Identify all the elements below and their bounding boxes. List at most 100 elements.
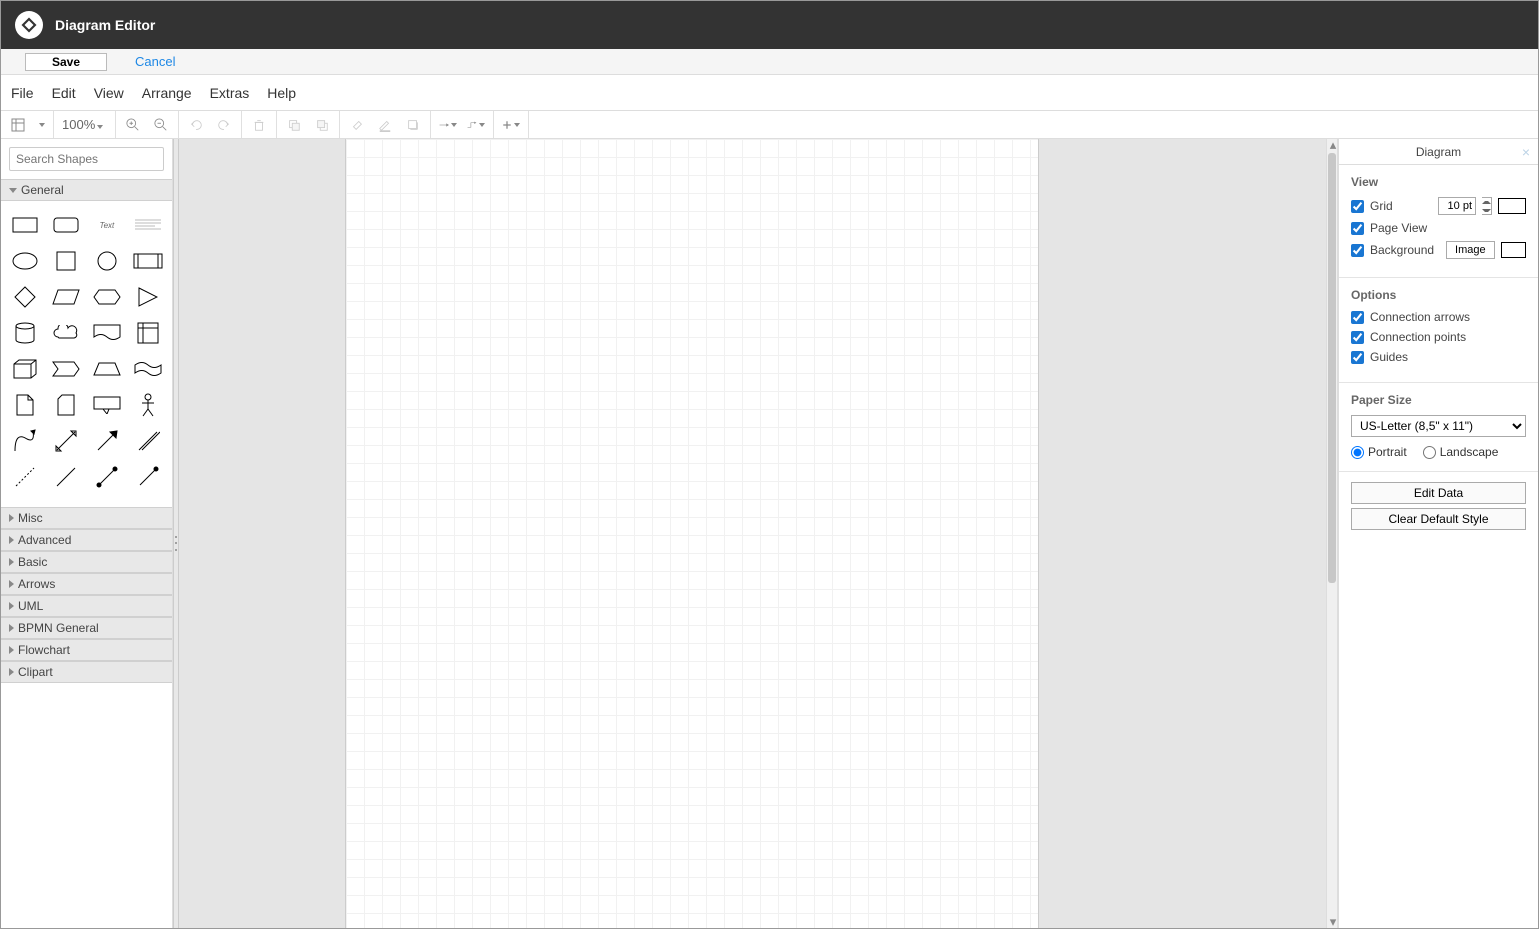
shape-note[interactable] (9, 393, 42, 417)
shape-actor[interactable] (131, 393, 164, 417)
connection-arrows-label: Connection arrows (1370, 310, 1470, 324)
connection-arrows-checkbox[interactable] (1351, 311, 1364, 324)
palette-header-flowchart[interactable]: Flowchart (1, 639, 172, 661)
shape-bidirectional-arrow[interactable] (50, 429, 83, 453)
delete-icon[interactable] (250, 116, 268, 134)
app-logo-icon (15, 11, 43, 39)
diagram-page[interactable] (345, 139, 1039, 928)
shape-step[interactable] (50, 357, 83, 381)
menu-help[interactable]: Help (267, 85, 296, 101)
menu-extras[interactable]: Extras (210, 85, 250, 101)
shape-cube[interactable] (9, 357, 42, 381)
shape-cylinder[interactable] (9, 321, 42, 345)
search-shapes-input[interactable] (16, 152, 171, 166)
canvas-scrollbar[interactable]: ▴ ▾ (1326, 139, 1338, 928)
zoom-out-icon[interactable] (152, 116, 170, 134)
line-color-icon[interactable] (376, 116, 394, 134)
shape-internal-storage[interactable] (131, 321, 164, 345)
palette-header-clipart[interactable]: Clipart (1, 661, 172, 683)
canvas-area[interactable]: ▴ ▾ (179, 139, 1338, 928)
save-button[interactable]: Save (25, 53, 107, 71)
grid-color-swatch[interactable] (1498, 198, 1526, 214)
palette-header-advanced[interactable]: Advanced (1, 529, 172, 551)
to-front-icon[interactable] (285, 116, 303, 134)
toolbar: 100% (1, 111, 1538, 139)
palette-header-arrows[interactable]: Arrows (1, 573, 172, 595)
scroll-down-icon[interactable]: ▾ (1327, 916, 1338, 928)
menu-edit[interactable]: Edit (52, 85, 76, 101)
to-back-icon[interactable] (313, 116, 331, 134)
redo-icon[interactable] (215, 116, 233, 134)
shape-dotted-line[interactable] (9, 465, 42, 489)
cancel-link[interactable]: Cancel (135, 54, 175, 69)
shape-square[interactable] (50, 249, 83, 273)
zoom-level[interactable]: 100% (62, 117, 107, 132)
shape-hexagon[interactable] (91, 285, 124, 309)
menu-file[interactable]: File (11, 85, 34, 101)
shape-process[interactable] (131, 249, 164, 273)
palette-header-general[interactable]: General (1, 179, 172, 201)
shape-diamond[interactable] (9, 285, 42, 309)
shape-document[interactable] (91, 321, 124, 345)
shape-curve[interactable] (9, 429, 42, 453)
shape-ellipse[interactable] (9, 249, 42, 273)
shapes-sidebar: General Text (1, 139, 173, 928)
menu-view[interactable]: View (94, 85, 124, 101)
scroll-thumb[interactable] (1328, 153, 1336, 583)
guides-checkbox[interactable] (1351, 351, 1364, 364)
search-shapes-box[interactable] (9, 147, 164, 171)
shadow-icon[interactable] (404, 116, 422, 134)
shape-callout[interactable] (91, 393, 124, 417)
connection-points-checkbox[interactable] (1351, 331, 1364, 344)
shape-tape[interactable] (131, 357, 164, 381)
orientation-portrait[interactable]: Portrait (1351, 445, 1407, 459)
shape-arrow[interactable] (91, 429, 124, 453)
palette-header-bpmn[interactable]: BPMN General (1, 617, 172, 639)
shape-rectangle[interactable] (9, 213, 42, 237)
palette-header-basic[interactable]: Basic (1, 551, 172, 573)
view-heading: View (1351, 175, 1526, 189)
edit-data-button[interactable]: Edit Data (1351, 482, 1526, 504)
shape-trapezoid[interactable] (91, 357, 124, 381)
paper-size-select[interactable]: US-Letter (8,5" x 11") (1351, 415, 1526, 437)
undo-icon[interactable] (187, 116, 205, 134)
close-panel-icon[interactable]: × (1522, 144, 1530, 160)
guides-label: Guides (1370, 350, 1408, 364)
grid-size-stepper[interactable] (1482, 197, 1492, 215)
shape-bidir-connector[interactable] (91, 465, 124, 489)
main-area: General Text (1, 139, 1538, 928)
palette-header-misc[interactable]: Misc (1, 507, 172, 529)
shape-cloud[interactable] (50, 321, 83, 345)
shape-dashed-line[interactable] (131, 429, 164, 453)
background-color-swatch[interactable] (1501, 242, 1526, 258)
scroll-up-icon[interactable]: ▴ (1327, 139, 1338, 151)
clear-default-style-button[interactable]: Clear Default Style (1351, 508, 1526, 530)
shape-rounded-rectangle[interactable] (50, 213, 83, 237)
insert-icon[interactable] (502, 116, 520, 134)
palette-header-uml[interactable]: UML (1, 595, 172, 617)
fill-color-icon[interactable] (348, 116, 366, 134)
pageview-checkbox[interactable] (1351, 222, 1364, 235)
waypoint-style-icon[interactable] (467, 116, 485, 134)
page-setup-icon[interactable] (9, 116, 27, 134)
shape-textbox[interactable] (131, 213, 164, 237)
orientation-landscape[interactable]: Landscape (1423, 445, 1499, 459)
background-checkbox[interactable] (1351, 244, 1364, 257)
format-tab-diagram[interactable]: Diagram × (1339, 139, 1538, 165)
title-bar: Diagram Editor (1, 1, 1538, 49)
shape-card[interactable] (50, 393, 83, 417)
grid-size-input[interactable] (1438, 197, 1476, 215)
section-paper: Paper Size US-Letter (8,5" x 11") Portra… (1339, 383, 1538, 472)
connection-style-icon[interactable] (439, 116, 457, 134)
shape-line[interactable] (50, 465, 83, 489)
action-bar: Save Cancel (1, 49, 1538, 75)
grid-checkbox[interactable] (1351, 200, 1364, 213)
shape-text[interactable]: Text (91, 213, 124, 237)
shape-directional-connector[interactable] (131, 465, 164, 489)
zoom-in-icon[interactable] (124, 116, 142, 134)
shape-circle[interactable] (91, 249, 124, 273)
shape-parallelogram[interactable] (50, 285, 83, 309)
background-image-button[interactable]: Image (1446, 241, 1495, 259)
shape-triangle[interactable] (131, 285, 164, 309)
menu-arrange[interactable]: Arrange (142, 85, 192, 101)
